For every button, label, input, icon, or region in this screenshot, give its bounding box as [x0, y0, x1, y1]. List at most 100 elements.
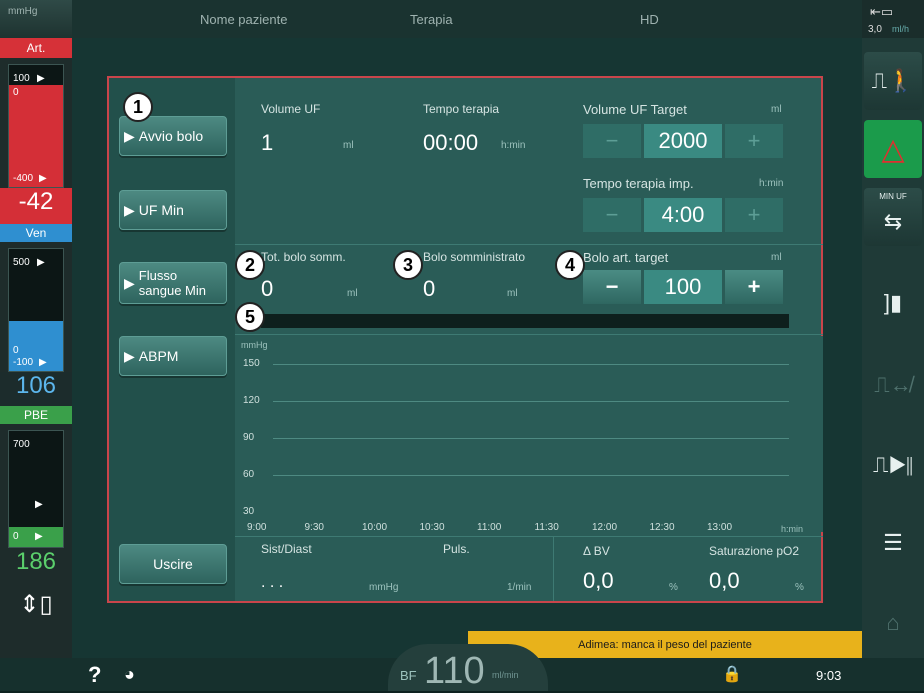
volume-uf-target-plus-button[interactable]: +	[725, 124, 783, 158]
level-adjust-icon[interactable]: ⇕▯	[10, 590, 62, 630]
puls-label: Puls.	[443, 542, 470, 556]
flusso-sangue-min-button[interactable]: ▶ Flusso sangue Min	[119, 262, 227, 304]
chart-x-tick: 11:00	[477, 522, 502, 533]
chart-x-tick: 13:00	[707, 522, 733, 533]
chart-gridline	[273, 401, 789, 402]
tot-bolo-unit: ml	[347, 288, 358, 299]
bolo-art-target-value[interactable]: 100	[644, 270, 722, 304]
chart-x-tick: 12:00	[592, 522, 618, 533]
top-bar: mmHg Nome paziente Terapia HD ⇤▭ 3,0 ml/…	[0, 0, 924, 38]
blood-pressure-chart: mmHg 150 120 90 60 30 9:00 9:30 10:00 10:30 11:0…	[237, 336, 823, 534]
art-bottom-label: -400	[13, 173, 34, 184]
pbe-top-label: 700	[13, 439, 30, 450]
bf-value: 110	[424, 650, 485, 692]
pbe-bottom-marker: ▶	[35, 531, 43, 542]
ven-bottom-marker: ▶	[39, 357, 47, 368]
chart-y-tick: 150	[243, 358, 260, 369]
chart-x-tick: 12:30	[649, 522, 675, 533]
chart-unit-label: mmHg	[241, 340, 268, 350]
callout-4: 4	[555, 250, 585, 280]
tempo-terapia-imp-plus-button[interactable]: +	[725, 198, 783, 232]
uscire-button[interactable]: Uscire	[119, 544, 227, 584]
uscire-label: Uscire	[153, 556, 193, 572]
patient-name-tab[interactable]: Nome paziente	[200, 12, 287, 27]
bolo-art-target-plus-button[interactable]: +	[725, 270, 783, 304]
chart-gridline	[273, 364, 789, 365]
art-header: Art.	[0, 38, 72, 58]
uf-min-button[interactable]: ▶ UF Min	[119, 190, 227, 230]
chart-x-tick: 9:00	[247, 522, 267, 533]
volume-uf-target-stepper: − 2000 +	[583, 124, 783, 158]
bottom-bar: ? ◕ BF 110 ml/min 🔒 9:03	[0, 644, 924, 692]
bolo-somm-label: Bolo somministrato	[423, 250, 526, 264]
warning-triangle-icon[interactable]: △	[864, 120, 922, 178]
bolo-art-target-minus-button[interactable]: −	[583, 270, 641, 304]
chart-divider	[235, 334, 823, 335]
lock-icon[interactable]: 🔒	[722, 664, 742, 684]
volume-uf-target-minus-button[interactable]: −	[583, 124, 641, 158]
bolo-somm-value: 0	[423, 276, 436, 301]
chart-y-tick: 30	[243, 506, 255, 517]
syringe-icon: ⇤▭	[870, 4, 894, 19]
min-uf-label: MIN UF	[879, 192, 907, 201]
chart-x-tick: 10:30	[419, 522, 445, 533]
sist-diast-unit: mmHg	[369, 582, 399, 593]
uf-rate-unit: ml/h	[892, 24, 910, 34]
abpm-button[interactable]: ▶ ABPM	[119, 336, 227, 376]
ven-zero-label: 0	[13, 345, 19, 356]
tempo-terapia-label: Tempo terapia	[423, 102, 500, 116]
bolo-somm-unit: ml	[507, 288, 518, 299]
bf-unit: ml/min	[492, 670, 519, 680]
sat-po2-value: 0,0	[709, 568, 740, 593]
chart-y-tick: 90	[243, 432, 255, 443]
bf-label: BF	[400, 668, 417, 683]
clock-time: 9:03	[816, 668, 842, 683]
mode-label: HD	[640, 12, 659, 27]
pressure-unit-label: mmHg	[8, 6, 38, 17]
callout-2: 2	[235, 250, 265, 280]
uf-rate-value: 3,0	[868, 24, 882, 35]
tempo-terapia-imp-minus-button[interactable]: −	[583, 198, 641, 232]
callout-1: 1	[123, 92, 153, 122]
min-uf-button[interactable]: MIN UF ⇆	[864, 188, 922, 246]
delta-bv-label: Δ BV	[583, 544, 610, 558]
volume-uf-target-unit: ml	[771, 104, 782, 115]
chart-x-unit: h:min	[781, 524, 804, 534]
abpm-label: ABPM	[138, 348, 179, 364]
art-gauge: 100 ▶ 0 -400 ▶	[8, 64, 64, 188]
help-icon[interactable]: ?	[88, 662, 101, 688]
uf-min-label: UF Min	[138, 202, 184, 218]
tempo-terapia-imp-stepper: − 4:00 +	[583, 198, 783, 232]
top-bar-center	[72, 0, 862, 38]
clock-pie-icon[interactable]: ◕	[124, 664, 135, 685]
therapy-tab[interactable]: Terapia	[410, 12, 453, 27]
patient-disconnect-icon[interactable]: ⎍🚶	[864, 52, 922, 110]
pressure-column: Art. 100 ▶ 0 -400 ▶ -42 Ven 500 ▶ 0 -100…	[0, 38, 72, 658]
tempo-terapia-imp-value[interactable]: 4:00	[644, 198, 722, 232]
syringe-column-icon[interactable]: ]▮	[864, 274, 922, 332]
art-range-fill	[9, 85, 63, 187]
art-value: -42	[18, 188, 54, 215]
avvio-bolo-button[interactable]: ▶ Avvio bolo	[119, 116, 227, 156]
volume-uf-unit: ml	[343, 140, 354, 151]
callout-5: 5	[235, 302, 265, 332]
delta-bv-value: 0,0	[583, 568, 614, 593]
chart-y-tick: 60	[243, 469, 255, 480]
sist-diast-label: Sist/Diast	[261, 542, 312, 556]
tempo-terapia-imp-label: Tempo terapia imp.	[583, 176, 694, 191]
volume-uf-target-value[interactable]: 2000	[644, 124, 722, 158]
art-zero-label: 0	[13, 87, 19, 98]
ven-bottom-label: -100	[13, 357, 34, 368]
menu-list-icon[interactable]: ☰	[864, 514, 922, 572]
uf-rate-box: ⇤▭ 3,0 ml/h	[862, 0, 924, 38]
art-bottom-marker: ▶	[39, 173, 47, 184]
tot-bolo-value: 0	[261, 276, 274, 301]
ven-gauge: 500 ▶ 0 -100 ▶	[8, 248, 64, 372]
pause-treatment-icon[interactable]: ⎍▶∥	[864, 436, 922, 494]
volume-uf-value: 1	[261, 130, 274, 155]
home-icon: ⌂	[886, 610, 900, 635]
bypass-icon: ⎍↮	[874, 372, 912, 397]
art-top-marker: ▶	[37, 73, 45, 84]
flusso-label: Flusso sangue Min	[139, 268, 206, 298]
pbe-header: PBE	[0, 406, 72, 424]
